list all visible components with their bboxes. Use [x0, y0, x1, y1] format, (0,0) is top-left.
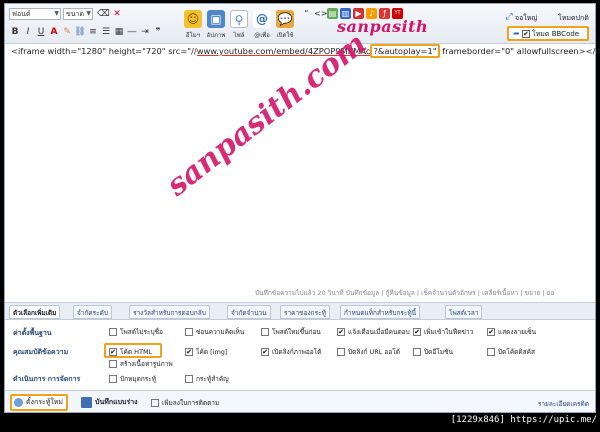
fullscreen-icon[interactable]: ⤢ — [503, 11, 515, 23]
quote-icon[interactable]: ❞ — [152, 26, 164, 38]
disable-smilies-checkbox[interactable]: ปิดอีโมชัน — [413, 348, 453, 357]
paperclip-icon: ⚲ — [230, 10, 248, 28]
text-color-icon[interactable]: A — [48, 26, 60, 38]
bbcode-mode-toggle[interactable]: ➦ ✔ โหมด BBCode — [507, 26, 589, 41]
bold-icon[interactable]: B — [9, 26, 21, 38]
post-new-thread-label: ตั้งกระทู้ใหม่ — [26, 398, 63, 406]
bbcode-mode-label: โหมด BBCode — [531, 30, 580, 38]
important-thread-checkbox[interactable]: กระทู้สำคัญ — [185, 375, 229, 384]
new-first-checkbox[interactable]: โพสต์ใหม่ขึ้นก่อน — [261, 328, 321, 337]
post-new-thread-button[interactable]: ตั้งกระทู้ใหม่ — [10, 394, 68, 411]
show-signature-checkbox[interactable]: ✔ แสดงลายเซ็น — [487, 328, 536, 337]
auto-image-checkbox[interactable]: ✔ เปิดลิงก์ภาพออโต้ — [261, 348, 321, 357]
img-code-checkbox[interactable]: ✔ โค้ด [img] — [185, 348, 227, 357]
editor-content: <iframe width="1280" height="720" src="/… — [11, 44, 600, 58]
speech-bubble-icon: 💬 — [276, 10, 294, 28]
tab-thread-price[interactable]: ราคาของกระทู้ — [280, 305, 330, 319]
chevron-down-icon: ▼ — [86, 10, 91, 17]
post-options-panel: ค่าตั้งพื้นฐาน คุณสมบัติข้อความ ดำเนินกา… — [5, 320, 595, 390]
anonymous-checkbox[interactable]: โพสต์ไม่ระบุชื่อ — [109, 328, 163, 337]
autoplay-param: ?&autoplay=1" — [370, 44, 440, 58]
tab-reply-reward[interactable]: รางวัลสำหรับการตอบกลับ — [129, 305, 210, 319]
clear-format-icon[interactable]: ⌫ — [97, 8, 110, 20]
hide-content-label: เปิดใช้ — [276, 32, 294, 39]
editor-toolbar: ฟอนต์ ▼ ขนาด ▼ ⌫ ✕ B I U A ✎ ⛓ ≡ ☰ ▦ ― ⇥ ❞… — [5, 4, 595, 44]
normal-mode-link[interactable]: โหมดปกติ — [558, 13, 589, 24]
add-follow-label: เพิ่มลงในการติดตาม — [162, 399, 220, 407]
code-icon[interactable]: <> — [314, 8, 327, 19]
attach-file-button[interactable]: ⚲ ไฟล์ — [227, 10, 251, 40]
tab-post-time[interactable]: โพสต์เวลา — [445, 305, 483, 319]
size-select-value: ขนาด — [66, 10, 85, 18]
align-left-icon[interactable]: ≡ — [87, 26, 99, 38]
notify-reply-checkbox[interactable]: ✔ แจ้งเตือนเมื่อมีคนตอบ — [337, 328, 410, 337]
save-draft-button[interactable]: บันทึกแบบร่าง — [81, 396, 138, 409]
hide-reply-checkbox[interactable]: ซ่อนความคิดเห็น — [185, 328, 244, 337]
chevron-down-icon: ▼ — [54, 10, 59, 17]
image-content-checkbox[interactable]: สร้างเนื้อหารูปภาพ — [109, 360, 173, 369]
tab-limit-count[interactable]: จำกัดจำนวน — [227, 305, 271, 319]
italic-icon[interactable]: I — [22, 26, 34, 38]
font-select-value: ฟอนต์ — [12, 10, 31, 18]
pin-thread-checkbox[interactable]: ปักหมุดกระทู้ — [109, 375, 156, 384]
basic-settings-heading: ค่าตั้งพื้นฐาน — [13, 329, 52, 337]
list-icon[interactable]: ☰ — [100, 26, 112, 38]
editor-textarea[interactable]: <iframe width="1280" height="720" src="/… — [5, 26, 600, 286]
attach-file-label: ไฟล์ — [233, 32, 245, 39]
font-select[interactable]: ฟอนต์ ▼ — [9, 8, 61, 20]
save-draft-label: บันทึกแบบร่าง — [95, 398, 138, 406]
hide-content-button[interactable]: 💬 เปิดใช้ — [273, 10, 297, 40]
image-host-credit: [1229x846] https://upic.me/ — [450, 415, 597, 425]
tab-more-options[interactable]: ตัวเลือกเพิ่มเติม — [9, 305, 61, 319]
message-props-heading: คุณสมบัติข้อความ — [13, 348, 69, 356]
bbcode-mode-checkbox[interactable]: ✔ — [521, 30, 530, 38]
mention-button[interactable]: @ @เพื่อ — [250, 10, 274, 40]
options-tabs: ตัวเลือกเพิ่มเติม จำกัดระดับ รางวัลสำหรั… — [5, 302, 595, 320]
disable-discuz-code-checkbox[interactable]: ปิดโค้ดดิสคัส — [487, 348, 535, 357]
smiley-icon: ☺ — [184, 10, 202, 28]
emoticon-label: อีโมฯ — [185, 32, 201, 39]
code-prefix: <iframe width="1280" height="720" src="/… — [11, 46, 197, 56]
tab-thread-tags[interactable]: กำหนดแท็กสำหรับกระทู้นี้ — [340, 305, 421, 319]
fullsize-link[interactable]: จอใหญ่ — [515, 13, 537, 24]
floppy-icon — [81, 397, 92, 408]
gear-icon — [14, 398, 23, 407]
add-feed-checkbox[interactable]: ✔ เพิ่มเข้าในฟีดข่าว — [413, 328, 473, 337]
underline-icon[interactable]: U — [35, 26, 47, 38]
tab-restrict-level[interactable]: จำกัดระดับ — [73, 305, 112, 319]
disable-url-checkbox[interactable]: ปิดลิงก์ URL ออโต้ — [337, 348, 400, 357]
add-follow-checkbox[interactable]: เพิ่มลงในการติดตาม — [151, 398, 219, 408]
html-code-highlight — [104, 343, 162, 358]
image-icon: ▣ — [207, 10, 225, 28]
credit-detail-link[interactable]: รายละเอียดเครดิต — [538, 399, 589, 409]
editor-bottom-bar: ตั้งกระทู้ใหม่ บันทึกแบบร่าง เพิ่มลงในกา… — [5, 390, 595, 412]
emoticon-button[interactable]: ☺ อีโมฯ — [181, 10, 205, 40]
at-sign-icon: @ — [253, 10, 271, 28]
indent-icon[interactable]: ⇥ — [139, 26, 151, 38]
size-select[interactable]: ขนาด ▼ — [63, 8, 93, 20]
mention-label: @เพื่อ — [254, 32, 270, 39]
horizontal-rule-icon[interactable]: ― — [126, 26, 138, 38]
table-icon[interactable]: ▦ — [113, 26, 125, 38]
arrow-icon: ➦ — [513, 29, 520, 38]
code-suffix: frameborder="0" allowfullscreen></iframe… — [442, 46, 600, 56]
post-editor-window: ฟอนต์ ▼ ขนาด ▼ ⌫ ✕ B I U A ✎ ⛓ ≡ ☰ ▦ ― ⇥ ❞… — [4, 3, 600, 413]
editor-status-line: บันทึกข้อความไปแล้ว 20 วินาที บันทึกข้อม… — [5, 286, 595, 300]
remove-format-icon[interactable]: ✕ — [111, 8, 123, 20]
upload-image-button[interactable]: ▣ อัปภาพ — [204, 10, 228, 40]
manage-heading: ดำเนินการ การจัดการ — [13, 375, 81, 383]
upload-image-label: อัปภาพ — [206, 32, 226, 39]
quote-mark-icon[interactable]: “ — [301, 8, 312, 19]
highlight-icon[interactable]: ✎ — [61, 26, 73, 38]
link-icon[interactable]: ⛓ — [74, 26, 86, 38]
